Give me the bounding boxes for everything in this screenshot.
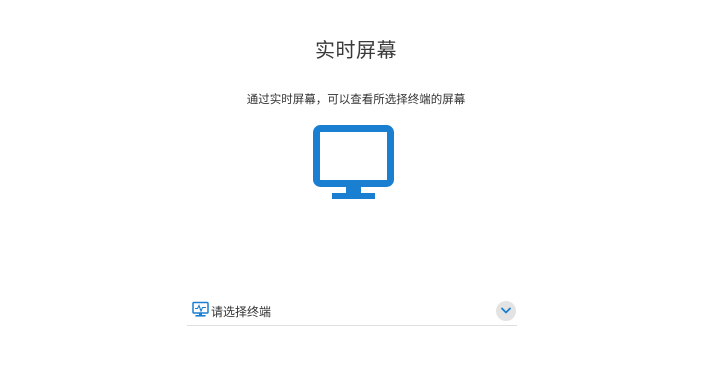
terminal-select-placeholder: 请选择终端 xyxy=(211,305,272,319)
page-title: 实时屏幕 xyxy=(315,38,397,62)
page-subtitle: 通过实时屏幕，可以查看所选择终端的屏幕 xyxy=(246,92,466,106)
realtime-screen-page: 实时屏幕 通过实时屏幕，可以查看所选择终端的屏幕 请选择终端 xyxy=(0,0,712,375)
dropdown-toggle[interactable] xyxy=(496,301,516,321)
chevron-down-icon xyxy=(501,307,511,314)
terminal-monitor-icon xyxy=(192,301,209,317)
terminal-select[interactable]: 请选择终端 xyxy=(187,295,517,326)
monitor-icon xyxy=(313,125,394,199)
